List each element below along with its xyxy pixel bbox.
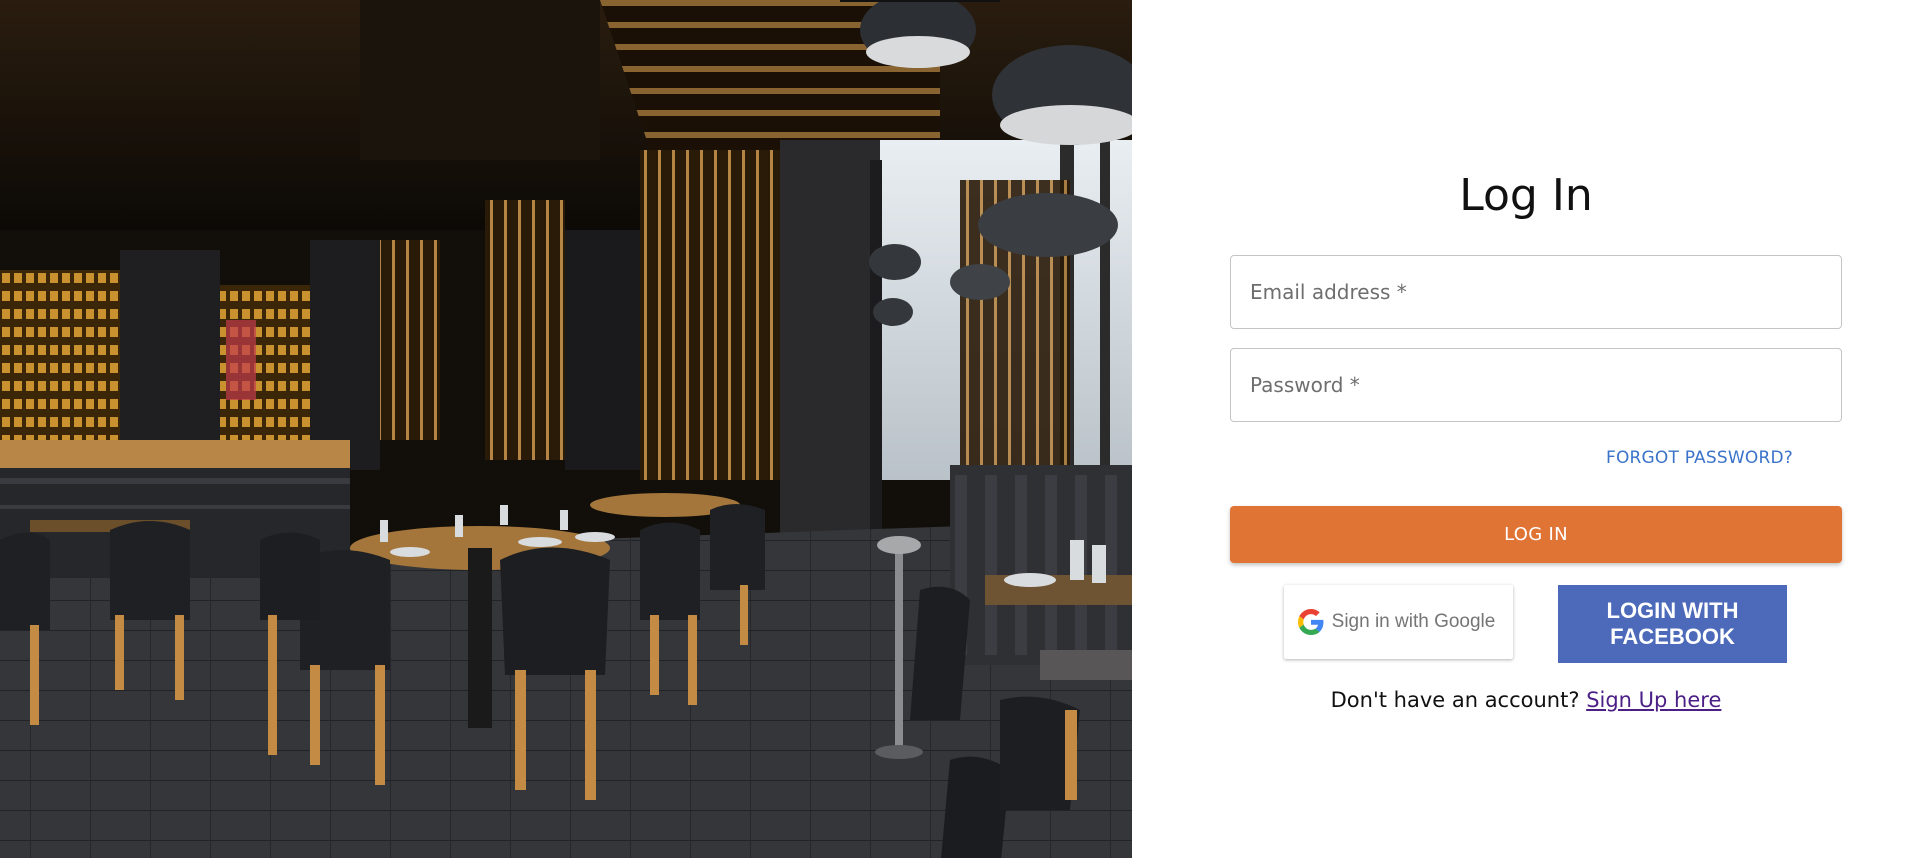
signup-prompt: Don't have an account? Sign Up here — [1132, 688, 1920, 712]
page-title: Log In — [1459, 170, 1593, 221]
google-g-icon — [1298, 609, 1324, 635]
email-input[interactable] — [1231, 256, 1841, 328]
login-button[interactable]: LOG IN — [1230, 506, 1842, 563]
google-signin-label: Sign in with Google — [1331, 611, 1496, 632]
signup-link[interactable]: Sign Up here — [1586, 688, 1721, 712]
email-field[interactable] — [1230, 255, 1842, 329]
login-panel: Log In FORGOT PASSWORD? LOG IN Sign in w… — [1132, 0, 1920, 858]
signup-prompt-text: Don't have an account? — [1330, 688, 1580, 712]
restaurant-interior-photo — [0, 0, 1132, 858]
password-input[interactable] — [1231, 349, 1841, 421]
facebook-login-button[interactable]: LOGIN WITH FACEBOOK — [1558, 585, 1787, 663]
google-signin-button[interactable]: Sign in with Google — [1284, 585, 1513, 659]
password-field[interactable] — [1230, 348, 1842, 422]
forgot-password-link[interactable]: FORGOT PASSWORD? — [1606, 448, 1793, 468]
login-page: Log In FORGOT PASSWORD? LOG IN Sign in w… — [0, 0, 1920, 858]
